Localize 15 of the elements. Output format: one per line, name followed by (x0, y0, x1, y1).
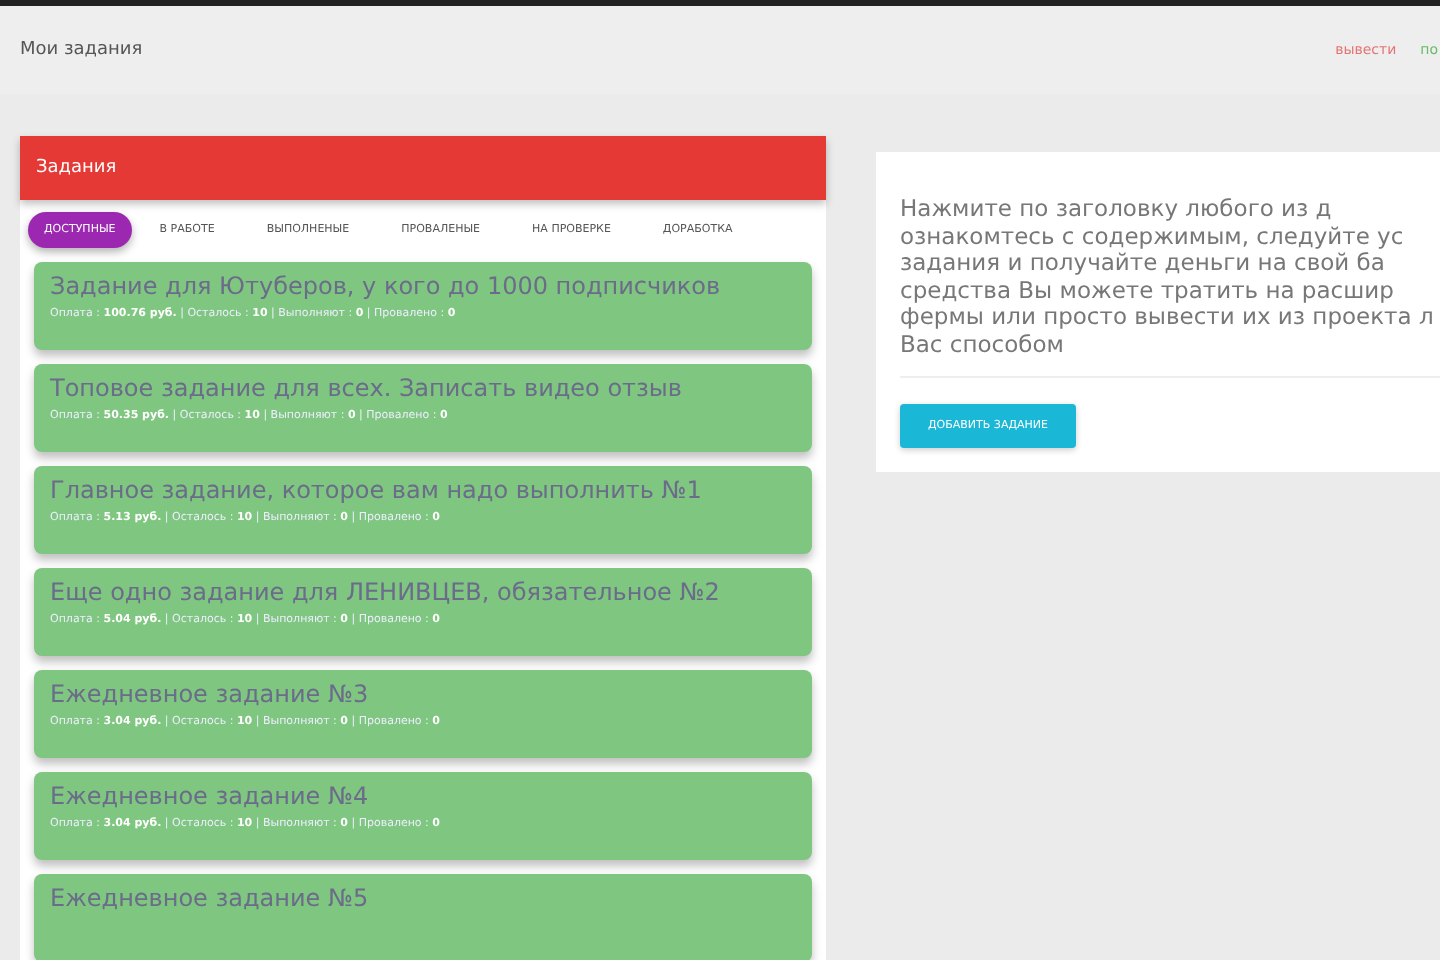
task-title[interactable]: Задание для Ютуберов, у кого до 1000 подписчиков (50, 272, 796, 300)
task-title[interactable]: Ежедневное задание №4 (50, 782, 796, 810)
task-title[interactable]: Топовое задание для всех. Записать видео отзыв (50, 374, 796, 402)
task-title[interactable]: Ежедневное задание №3 (50, 680, 796, 708)
page-title: Мои задания (20, 40, 143, 60)
panel-title: Задания (36, 158, 117, 178)
task-title[interactable]: Еще одно задание для ЛЕНИВЦЕВ, обязательное №2 (50, 578, 796, 606)
info-text: Нажмите по заголовку любого из д (900, 196, 1334, 223)
info-text: Вас способом (900, 331, 1066, 358)
info-text: ознакомтесь с содержимым, следуйте ус (900, 223, 1406, 250)
task-title[interactable]: Ежедневное задание №5 (50, 884, 796, 912)
info-text: задания и получайте деньги на свой ба (900, 250, 1385, 277)
task-title[interactable]: Главное задание, которое вам надо выполнить №1 (50, 476, 796, 504)
info-text: средства Вы можете тратить на расшир (900, 277, 1396, 304)
info-text: фермы или просто вывести их из проекта л (900, 304, 1436, 331)
